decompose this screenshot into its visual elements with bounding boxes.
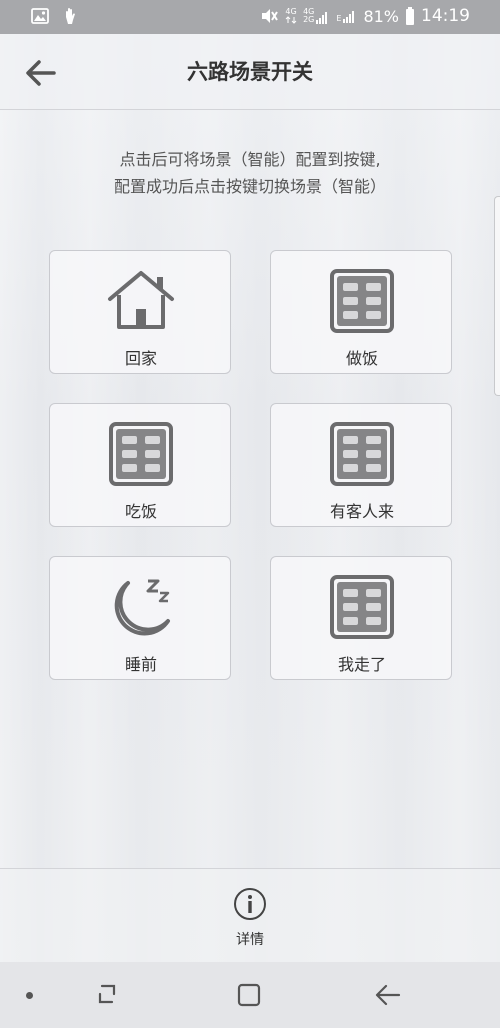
keypad-icon [330,575,394,639]
instruction-line-2: 配置成功后点击按键切换场景（智能） [113,177,386,196]
app-header: 六路场景开关 [0,34,500,110]
scene-label: 我走了 [337,655,386,674]
keypad-icon [330,422,394,486]
recent-apps-icon[interactable] [94,982,120,1008]
scene-card-eating[interactable]: 吃饭 [49,403,231,527]
home-icon [108,271,174,329]
back-nav-icon[interactable] [374,982,402,1008]
network-type-2b: 2G [303,15,315,24]
network-indicator-3: E [336,9,357,23]
details-button[interactable]: 详情 [220,887,280,953]
scene-card-cooking[interactable]: 做饭 [270,250,452,374]
network-indicator-1: 4G [285,8,297,24]
scene-card-leaving[interactable]: 我走了 [270,556,452,680]
moon-sleep-icon [114,579,170,636]
battery-percent: 81% [363,6,399,26]
network-indicator-2: 4G 2G [303,8,330,24]
scene-label: 回家 [124,349,157,368]
battery-icon [406,7,414,25]
network-type-1: 4G [285,7,297,16]
status-left-icons [30,6,80,26]
instruction-line-1: 点击后可将场景（智能）配置到按键, [119,150,381,169]
clock: 14:19 [421,6,470,26]
page-title: 六路场景开关 [187,60,313,84]
footer-bar: 详情 [0,868,500,962]
scene-label: 吃饭 [124,502,157,521]
network-type-3: E [336,14,342,23]
nav-dot-indicator [26,992,33,999]
keypad-icon [330,269,394,333]
scene-card-home[interactable]: 回家 [49,250,231,374]
scene-label: 睡前 [124,655,157,674]
status-right-icons: 4G 4G 2G E 81% 14:19 [259,6,470,26]
signal-bars-icon [316,12,328,24]
hand-icon [66,8,75,24]
mute-icon [262,9,278,23]
signal-bars-icon-2 [343,11,355,23]
scene-label: 做饭 [345,349,378,368]
scene-card-sleep[interactable]: 睡前 [49,556,231,680]
scene-label: 有客人来 [329,502,394,521]
scene-card-guests[interactable]: 有客人来 [270,403,452,527]
home-nav-icon[interactable] [236,982,262,1008]
details-label: 详情 [236,932,264,948]
side-scroll-handle[interactable] [494,196,500,396]
keypad-icon [109,422,173,486]
system-nav-bar [0,962,500,1028]
info-icon [234,888,266,920]
status-bar: 4G 4G 2G E 81% 14:19 [0,0,500,34]
gallery-icon [31,8,49,24]
instructions: 点击后可将场景（智能）配置到按键, 配置成功后点击按键切换场景（智能） [0,146,500,200]
signal-arrows-icon [285,16,297,24]
